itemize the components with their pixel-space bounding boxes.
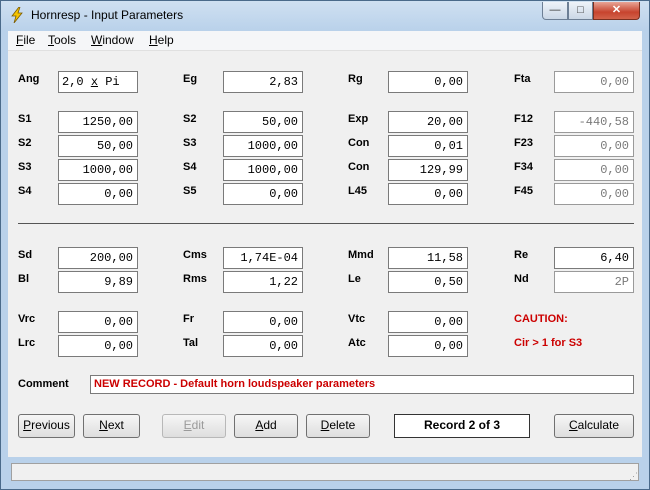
tal-field[interactable]: 0,00 bbox=[223, 335, 303, 357]
next-button[interactable]: Next bbox=[83, 414, 140, 438]
nd-label: Nd bbox=[514, 273, 529, 285]
input-parameters-panel: Ang 2,0 x Pi Eg 2,83 Rg 0,00 Fta 0,00 S1… bbox=[8, 51, 642, 457]
s5-label: S5 bbox=[183, 185, 197, 197]
edit-button[interactable]: Edit bbox=[162, 414, 226, 438]
eg-field[interactable]: 2,83 bbox=[223, 71, 303, 93]
s2-field[interactable]: 50,00 bbox=[58, 135, 138, 157]
re-field[interactable]: 6,40 bbox=[554, 247, 634, 269]
s3-label: S3 bbox=[18, 161, 32, 173]
exp-label: Exp bbox=[348, 113, 369, 125]
s2-field[interactable]: 50,00 bbox=[223, 111, 303, 133]
s1-field[interactable]: 1250,00 bbox=[58, 111, 138, 133]
atc-label: Atc bbox=[348, 337, 366, 349]
nd-field: 2P bbox=[554, 271, 634, 293]
con-label: Con bbox=[348, 137, 370, 149]
s3-field[interactable]: 1000,00 bbox=[58, 159, 138, 181]
ang-label: Ang bbox=[18, 73, 40, 85]
menu-file[interactable]: File bbox=[16, 33, 35, 47]
lrc-label: Lrc bbox=[18, 337, 36, 349]
re-label: Re bbox=[514, 249, 529, 261]
menu-help[interactable]: Help bbox=[149, 33, 174, 47]
close-button[interactable]: ✕ bbox=[593, 2, 640, 20]
f12-label: F12 bbox=[514, 113, 533, 125]
vtc-field[interactable]: 0,00 bbox=[388, 311, 468, 333]
comment-field[interactable]: NEW RECORD - Default horn loudspeaker pa… bbox=[90, 375, 634, 394]
add-button[interactable]: Add bbox=[234, 414, 298, 438]
atc-field[interactable]: 0,00 bbox=[388, 335, 468, 357]
s4-label: S4 bbox=[18, 185, 32, 197]
cms-label: Cms bbox=[183, 249, 207, 261]
f23-field: 0,00 bbox=[554, 135, 634, 157]
status-bar bbox=[11, 463, 639, 481]
rg-label: Rg bbox=[348, 73, 363, 85]
s2-label: S2 bbox=[183, 113, 197, 125]
window-title: Hornresp - Input Parameters bbox=[31, 8, 184, 22]
rms-label: Rms bbox=[183, 273, 207, 285]
con-field[interactable]: 0,01 bbox=[388, 135, 468, 157]
sd-label: Sd bbox=[18, 249, 33, 261]
app-window: Hornresp - Input Parameters — □ ✕ File T… bbox=[0, 0, 650, 490]
minimize-button[interactable]: — bbox=[542, 2, 568, 20]
le-field[interactable]: 0,50 bbox=[388, 271, 468, 293]
vrc-field[interactable]: 0,00 bbox=[58, 311, 138, 333]
lightning-bolt-icon bbox=[11, 7, 23, 23]
l45-field[interactable]: 0,00 bbox=[388, 183, 468, 205]
f34-field: 0,00 bbox=[554, 159, 634, 181]
s2-label: S2 bbox=[18, 137, 32, 149]
exp-field[interactable]: 20,00 bbox=[388, 111, 468, 133]
rg-field[interactable]: 0,00 bbox=[388, 71, 468, 93]
f12-field: -440,58 bbox=[554, 111, 634, 133]
menu-window[interactable]: Window bbox=[91, 33, 134, 47]
s3-label: S3 bbox=[183, 137, 197, 149]
f34-label: F34 bbox=[514, 161, 533, 173]
calculate-button[interactable]: Calculate bbox=[554, 414, 634, 438]
lrc-field[interactable]: 0,00 bbox=[58, 335, 138, 357]
s5-field[interactable]: 0,00 bbox=[223, 183, 303, 205]
fta-field: 0,00 bbox=[554, 71, 634, 93]
rms-field[interactable]: 1,22 bbox=[223, 271, 303, 293]
maximize-button[interactable]: □ bbox=[568, 2, 593, 20]
record-indicator: Record 2 of 3 bbox=[394, 414, 530, 438]
menu-bar: File Tools Window Help bbox=[8, 31, 642, 51]
fta-label: Fta bbox=[514, 73, 531, 85]
bl-field[interactable]: 9,89 bbox=[58, 271, 138, 293]
con-label: Con bbox=[348, 161, 370, 173]
cms-field[interactable]: 1,74E-04 bbox=[223, 247, 303, 269]
s4-field[interactable]: 0,00 bbox=[58, 183, 138, 205]
bl-label: Bl bbox=[18, 273, 29, 285]
ang-field[interactable]: 2,0 x Pi bbox=[58, 71, 138, 93]
l45-label: L45 bbox=[348, 185, 367, 197]
fr-field[interactable]: 0,00 bbox=[223, 311, 303, 333]
mmd-label: Mmd bbox=[348, 249, 374, 261]
mmd-field[interactable]: 11,58 bbox=[388, 247, 468, 269]
eg-label: Eg bbox=[183, 73, 198, 85]
tal-label: Tal bbox=[183, 337, 199, 349]
vtc-label: Vtc bbox=[348, 313, 366, 325]
s3-field[interactable]: 1000,00 bbox=[223, 135, 303, 157]
caution-message: Cir > 1 for S3 bbox=[514, 337, 583, 349]
f23-label: F23 bbox=[514, 137, 533, 149]
delete-button[interactable]: Delete bbox=[306, 414, 370, 438]
f45-label: F45 bbox=[514, 185, 533, 197]
s1-label: S1 bbox=[18, 113, 32, 125]
title-bar[interactable]: Hornresp - Input Parameters — □ ✕ bbox=[1, 1, 649, 31]
section-divider bbox=[18, 223, 634, 224]
con-field[interactable]: 129,99 bbox=[388, 159, 468, 181]
menu-tools[interactable]: Tools bbox=[48, 33, 76, 47]
vrc-label: Vrc bbox=[18, 313, 36, 325]
comment-label: Comment bbox=[18, 378, 69, 390]
s4-field[interactable]: 1000,00 bbox=[223, 159, 303, 181]
caution-title: CAUTION: bbox=[514, 313, 568, 325]
sd-field[interactable]: 200,00 bbox=[58, 247, 138, 269]
le-label: Le bbox=[348, 273, 361, 285]
s4-label: S4 bbox=[183, 161, 197, 173]
previous-button[interactable]: Previous bbox=[18, 414, 75, 438]
resize-grip-icon[interactable]: ⋰ bbox=[629, 471, 638, 482]
fr-label: Fr bbox=[183, 313, 194, 325]
f45-field: 0,00 bbox=[554, 183, 634, 205]
